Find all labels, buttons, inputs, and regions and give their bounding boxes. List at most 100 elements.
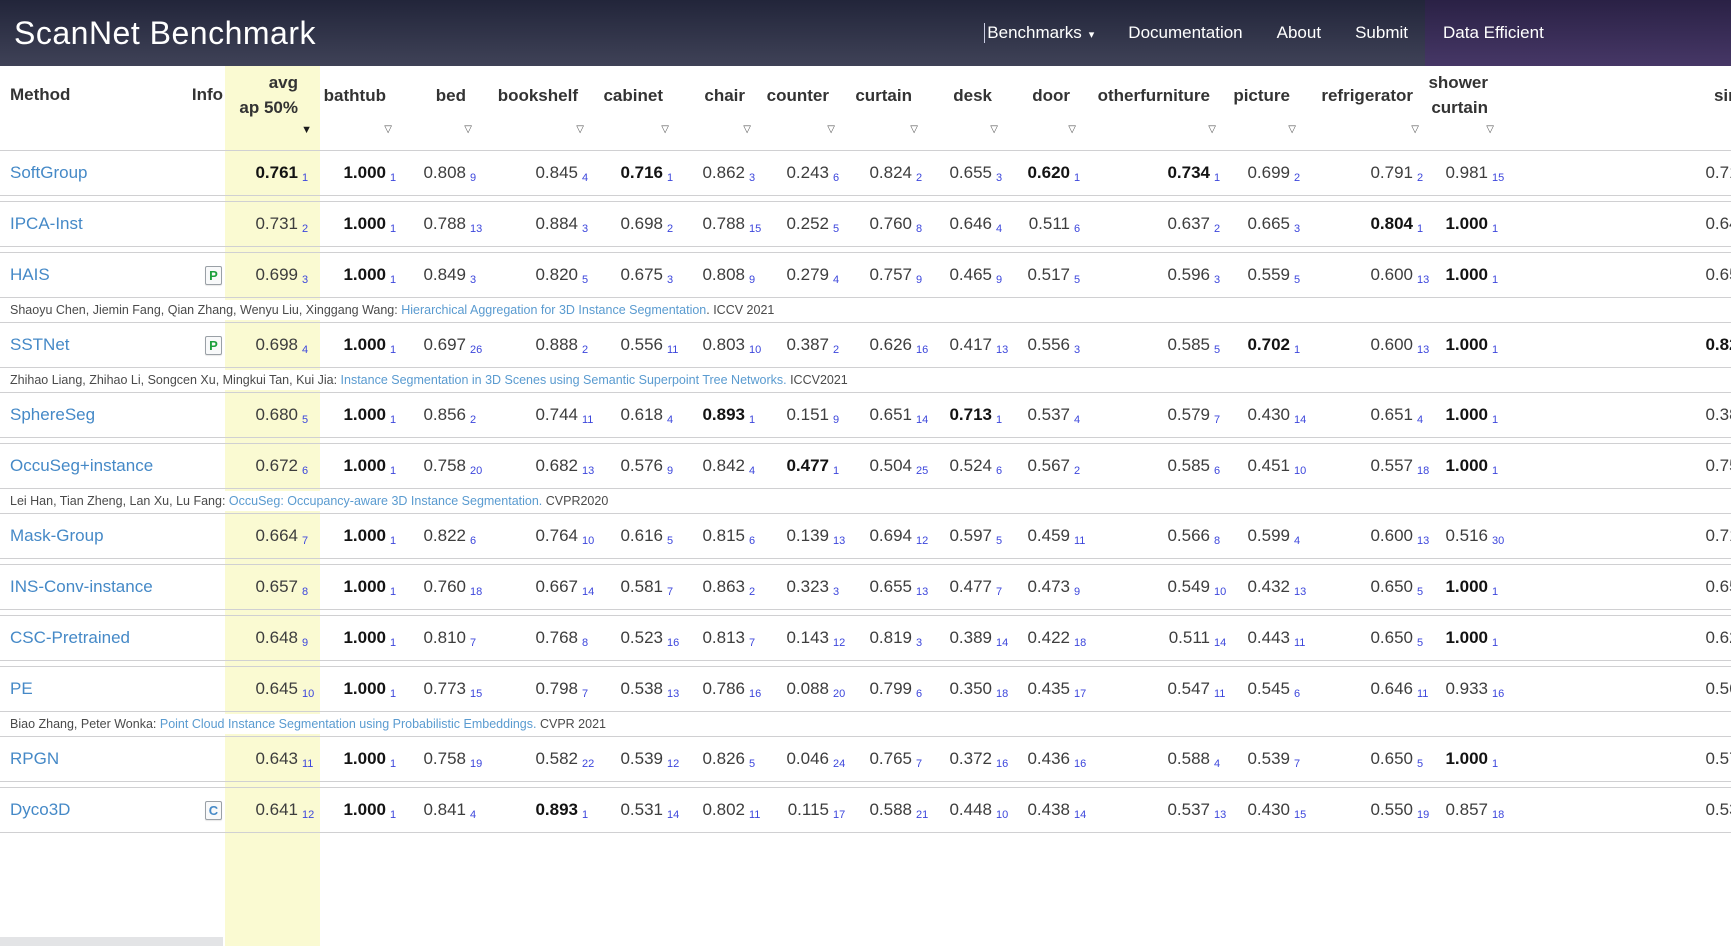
method-link[interactable]: PE	[10, 679, 33, 698]
sort-icon[interactable]: ▽	[1092, 122, 1232, 142]
score-cell-bed: 0.69726	[408, 335, 488, 355]
header-label: chair	[704, 83, 745, 108]
score-cell-cabinet: 0.53912	[600, 749, 685, 769]
method-link[interactable]: OccuSeg+instance	[10, 456, 153, 475]
column-header-shower-curtain[interactable]: shower curtain ▽	[1435, 68, 1510, 142]
sort-icon[interactable]: ▽	[1014, 122, 1092, 142]
score-cell-shower_curtain: 1.0001	[1435, 577, 1510, 597]
score-cell-cabinet: 0.53114	[600, 800, 685, 820]
score-cell-bathtub: 1.0001	[320, 265, 408, 285]
nav-submit[interactable]: Submit	[1338, 0, 1425, 66]
app-title[interactable]: ScanNet Benchmark	[0, 15, 316, 52]
score-cell-counter: 0.04624	[767, 749, 851, 769]
score-cell-chair: 0.80211	[685, 800, 767, 820]
column-header-door[interactable]: door ▽	[1014, 68, 1092, 142]
score-cell-shower_curtain: 1.0001	[1435, 214, 1510, 234]
score-cell-counter: 0.14312	[767, 628, 851, 648]
sort-icon[interactable]: ▽	[600, 122, 685, 142]
method-link[interactable]: Dyco3D	[10, 800, 70, 819]
score-cell-shower_curtain: 1.0001	[1435, 335, 1510, 355]
score-cell-cabinet: 0.6184	[600, 405, 685, 425]
citation-paper-link[interactable]: Hierarchical Aggregation for 3D Instance…	[401, 303, 706, 317]
sort-icon[interactable]: ▽	[934, 122, 1014, 142]
sort-icon[interactable]: ▽	[1435, 122, 1510, 142]
header-label-line2: curtain	[1431, 95, 1488, 120]
column-header-chair[interactable]: chair ▽	[685, 68, 767, 142]
score-cell-sink: 0.824	[1510, 335, 1731, 355]
score-cell-picture: 0.5397	[1232, 749, 1312, 769]
column-header-curtain[interactable]: curtain ▽	[851, 68, 934, 142]
sort-icon[interactable]: ▽	[1510, 122, 1731, 142]
method-link[interactable]: SSTNet	[10, 335, 70, 354]
column-header-avg-ap50[interactable]: avg ap 50% ▼	[225, 68, 320, 142]
score-cell-desk: 0.41713	[934, 335, 1014, 355]
method-link[interactable]: IPCA-Inst	[10, 214, 83, 233]
column-header-picture[interactable]: picture ▽	[1232, 68, 1312, 142]
column-header-method: Method	[0, 68, 185, 122]
score-cell-bathtub: 1.0001	[320, 800, 408, 820]
column-header-cabinet[interactable]: cabinet ▽	[600, 68, 685, 142]
info-badge[interactable]: C	[205, 801, 222, 820]
sort-icon[interactable]: ▽	[1312, 122, 1435, 142]
score-cell-shower_curtain: 1.0001	[1435, 265, 1510, 285]
score-cell-otherfurniture: 0.54910	[1092, 577, 1232, 597]
sort-descending-icon[interactable]: ▼	[225, 122, 320, 142]
nav-data-efficient-label: Data Efficient	[1443, 23, 1544, 43]
sort-icon[interactable]: ▽	[685, 122, 767, 142]
citation-row: Shaoyu Chen, Jiemin Fang, Qian Zhang, We…	[0, 300, 1731, 320]
column-header-counter[interactable]: counter ▽	[767, 68, 851, 142]
header-label: bookshelf	[498, 83, 578, 108]
method-link[interactable]: Mask-Group	[10, 526, 104, 545]
column-header-bathtub[interactable]: bathtub ▽	[320, 68, 408, 142]
score-cell-bookshelf: 0.8843	[488, 214, 600, 234]
citation-paper-link[interactable]: Instance Segmentation in 3D Scenes using…	[341, 373, 787, 387]
sort-icon[interactable]: ▽	[320, 122, 408, 142]
score-cell-refrigerator: 0.55019	[1312, 800, 1435, 820]
column-header-bookshelf[interactable]: bookshelf ▽	[488, 68, 600, 142]
score-cell-otherfurniture: 0.51114	[1092, 628, 1232, 648]
method-link[interactable]: INS-Conv-instance	[10, 577, 153, 596]
citation-paper-link[interactable]: OccuSeg: Occupancy-aware 3D Instance Seg…	[229, 494, 542, 508]
score-cell-bathtub: 1.0001	[320, 163, 408, 183]
sort-icon[interactable]: ▽	[408, 122, 488, 142]
score-cell-chair: 0.8424	[685, 456, 767, 476]
sort-icon[interactable]: ▽	[488, 122, 600, 142]
column-header-bed[interactable]: bed ▽	[408, 68, 488, 142]
citation-paper-link[interactable]: Point Cloud Instance Segmentation using …	[160, 717, 537, 731]
column-header-otherfurniture[interactable]: otherfurniture ▽	[1092, 68, 1232, 142]
score-cell-otherfurniture: 0.5797	[1092, 405, 1232, 425]
nav-benchmarks[interactable]: Benchmarks ▾	[967, 0, 1111, 66]
nav-tab-data-efficient[interactable]: Data Efficient	[1425, 0, 1731, 66]
info-cell: P	[185, 266, 225, 285]
info-badge[interactable]: P	[205, 266, 222, 285]
score-cell-bathtub: 1.0001	[320, 749, 408, 769]
nav-documentation[interactable]: Documentation	[1111, 0, 1259, 66]
score-cell-cabinet: 0.5769	[600, 456, 685, 476]
score-cell-counter: 0.1519	[767, 405, 851, 425]
info-badge[interactable]: P	[205, 336, 222, 355]
sort-icon[interactable]: ▽	[1232, 122, 1312, 142]
score-cell-refrigerator: 0.60013	[1312, 265, 1435, 285]
method-cell: Dyco3D	[0, 800, 185, 820]
method-link[interactable]: CSC-Pretrained	[10, 628, 130, 647]
score-cell-bed: 0.77315	[408, 679, 488, 699]
score-cell-counter: 0.13913	[767, 526, 851, 546]
method-link[interactable]: SoftGroup	[10, 163, 88, 182]
method-link[interactable]: HAIS	[10, 265, 50, 284]
main-nav: Benchmarks ▾ Documentation About Submit …	[967, 0, 1731, 66]
header-label: sink	[1714, 83, 1731, 108]
nav-about[interactable]: About	[1260, 0, 1338, 66]
sort-icon[interactable]: ▽	[767, 122, 851, 142]
sort-icon[interactable]: ▽	[851, 122, 934, 142]
method-link[interactable]: RPGN	[10, 749, 59, 768]
score-cell-avg: 0.6726	[225, 456, 320, 476]
table-row: IPCA-Inst 0.73121.00010.788130.88430.698…	[0, 201, 1731, 247]
column-header-desk[interactable]: desk ▽	[934, 68, 1014, 142]
column-header-refrigerator[interactable]: refrigerator ▽	[1312, 68, 1435, 142]
method-cell: SSTNet	[0, 335, 185, 355]
column-header-sink[interactable]: sink ▽	[1510, 68, 1731, 142]
citation-authors: Zhihao Liang, Zhihao Li, Songcen Xu, Min…	[10, 373, 341, 387]
method-link[interactable]: SphereSeg	[10, 405, 95, 424]
column-header-info: Info	[185, 68, 225, 122]
score-cell-cabinet: 0.6982	[600, 214, 685, 234]
